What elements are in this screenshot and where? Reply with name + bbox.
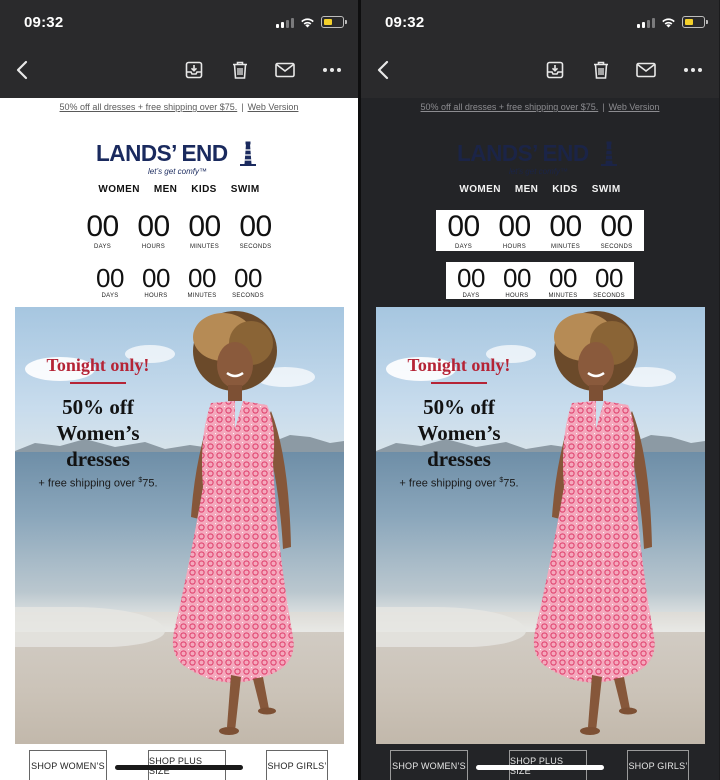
lighthouse-icon	[240, 141, 256, 166]
countdown-timer-small: 00 DAYS 00 HOURS 00 MINUTES 00 SECONDS	[0, 262, 358, 299]
preheader: 50% off all dresses + free shipping over…	[59, 102, 299, 112]
battery-icon	[682, 16, 708, 28]
trash-icon[interactable]	[589, 58, 613, 82]
nav-women[interactable]: WOMEN	[98, 184, 139, 195]
promo-subtext: + free shipping over $75.	[399, 477, 519, 490]
countdown-days: 00 DAYS	[457, 263, 485, 299]
trash-icon[interactable]	[228, 58, 252, 82]
countdown-hours: 00 HOURS	[137, 210, 170, 251]
mail-icon[interactable]	[634, 58, 658, 82]
logo-tagline: let’s get comfy™	[148, 167, 207, 176]
promo-rule	[431, 382, 487, 384]
hero-banner[interactable]: Tonight only! 50% off Women’s dresses + …	[15, 307, 344, 744]
top-bar: 09:32	[361, 0, 719, 98]
promo-tonight: Tonight only!	[46, 355, 150, 375]
mail-toolbar	[361, 52, 719, 88]
lands-end-logo[interactable]: LANDS’ END let’s get comfy™	[96, 140, 266, 180]
mail-toolbar	[0, 52, 358, 88]
more-icon[interactable]	[320, 58, 344, 82]
countdown-minutes: 00 MINUTES	[187, 263, 217, 299]
promo-headline: 50% off Women’s dresses	[417, 395, 501, 471]
countdown-hours: 00 HOURS	[498, 210, 531, 251]
countdown-seconds: 00 SECONDS	[600, 210, 633, 251]
countdown-hours: 00 HOURS	[142, 263, 170, 299]
logo-tagline: let’s get comfy™	[509, 167, 568, 176]
nav-swim[interactable]: SWIM	[231, 184, 260, 195]
mail-icon[interactable]	[273, 58, 297, 82]
nav-kids[interactable]: KIDS	[191, 184, 217, 195]
status-icons	[276, 16, 347, 28]
countdown-hours: 00 HOURS	[503, 263, 531, 299]
nav-women[interactable]: WOMEN	[459, 184, 500, 195]
countdown-timer-large: 00 DAYS 00 HOURS 00 MINUTES 00 SECONDS	[361, 210, 719, 251]
countdown-timer-small: 00 DAYS 00 HOURS 00 MINUTES 00 SECONDS	[361, 262, 719, 299]
category-nav: WOMEN MEN KIDS SWIM	[361, 184, 719, 195]
logo-text: LANDS’ END	[457, 140, 589, 166]
promo-subtext: + free shipping over $75.	[38, 477, 158, 490]
nav-swim[interactable]: SWIM	[592, 184, 621, 195]
lighthouse-icon	[601, 141, 617, 166]
wifi-icon	[301, 17, 314, 27]
promo-text: Tonight only! 50% off Women’s dresses + …	[376, 355, 542, 490]
cellular-signal-icon	[276, 17, 294, 28]
shop-womens-button[interactable]: SHOP WOMEN’S	[29, 750, 107, 780]
countdown-days: 00 DAYS	[86, 210, 119, 251]
wifi-icon	[662, 17, 675, 27]
countdown-days: 00 DAYS	[447, 210, 480, 251]
countdown-days: 00 DAYS	[96, 263, 124, 299]
status-bar: 09:32	[0, 0, 358, 46]
email-body: 50% off all dresses + free shipping over…	[0, 98, 358, 780]
status-time: 09:32	[24, 14, 64, 31]
status-icons	[637, 16, 708, 28]
preheader-link[interactable]: 50% off all dresses + free shipping over…	[60, 102, 238, 112]
hero-banner[interactable]: Tonight only! 50% off Women’s dresses + …	[376, 307, 705, 744]
shop-womens-button[interactable]: SHOP WOMEN’S	[390, 750, 468, 780]
nav-men[interactable]: MEN	[515, 184, 538, 195]
web-version-link[interactable]: Web Version	[248, 102, 299, 112]
nav-kids[interactable]: KIDS	[552, 184, 578, 195]
email-body: 50% off all dresses + free shipping over…	[361, 98, 719, 780]
more-icon[interactable]	[681, 58, 705, 82]
preheader: 50% off all dresses + free shipping over…	[420, 102, 660, 112]
battery-icon	[321, 16, 347, 28]
status-bar: 09:32	[361, 0, 719, 46]
back-chevron-icon[interactable]	[10, 58, 34, 82]
countdown-minutes: 00 MINUTES	[188, 210, 221, 251]
promo-rule	[70, 382, 126, 384]
cellular-signal-icon	[637, 17, 655, 28]
nav-men[interactable]: MEN	[154, 184, 177, 195]
countdown-seconds: 00 SECONDS	[232, 263, 264, 299]
web-version-link[interactable]: Web Version	[609, 102, 660, 112]
countdown-seconds: 00 SECONDS	[239, 210, 272, 251]
preheader-link[interactable]: 50% off all dresses + free shipping over…	[421, 102, 599, 112]
logo-text: LANDS’ END	[96, 140, 228, 166]
home-indicator[interactable]	[115, 765, 243, 770]
countdown-timer-large: 00 DAYS 00 HOURS 00 MINUTES 00 SECONDS	[0, 210, 358, 251]
archive-icon[interactable]	[543, 58, 567, 82]
promo-tonight: Tonight only!	[407, 355, 511, 375]
countdown-minutes: 00 MINUTES	[549, 210, 582, 251]
shop-girls-button[interactable]: SHOP GIRLS’	[266, 750, 328, 780]
lands-end-logo[interactable]: LANDS’ END let’s get comfy™	[457, 140, 627, 180]
email-view-dark-mode: 09:32 50% off all dresses + free shippin…	[361, 0, 719, 780]
archive-icon[interactable]	[182, 58, 206, 82]
home-indicator[interactable]	[476, 765, 604, 770]
email-view-light-mode: 09:32 50% off all dresses + free shippin…	[0, 0, 358, 780]
countdown-minutes: 00 MINUTES	[548, 263, 578, 299]
shop-girls-button[interactable]: SHOP GIRLS’	[627, 750, 689, 780]
back-chevron-icon[interactable]	[371, 58, 395, 82]
category-nav: WOMEN MEN KIDS SWIM	[0, 184, 358, 195]
status-time: 09:32	[385, 14, 425, 31]
promo-text: Tonight only! 50% off Women’s dresses + …	[15, 355, 181, 490]
countdown-seconds: 00 SECONDS	[593, 263, 625, 299]
top-bar: 09:32	[0, 0, 358, 98]
promo-headline: 50% off Women’s dresses	[56, 395, 140, 471]
